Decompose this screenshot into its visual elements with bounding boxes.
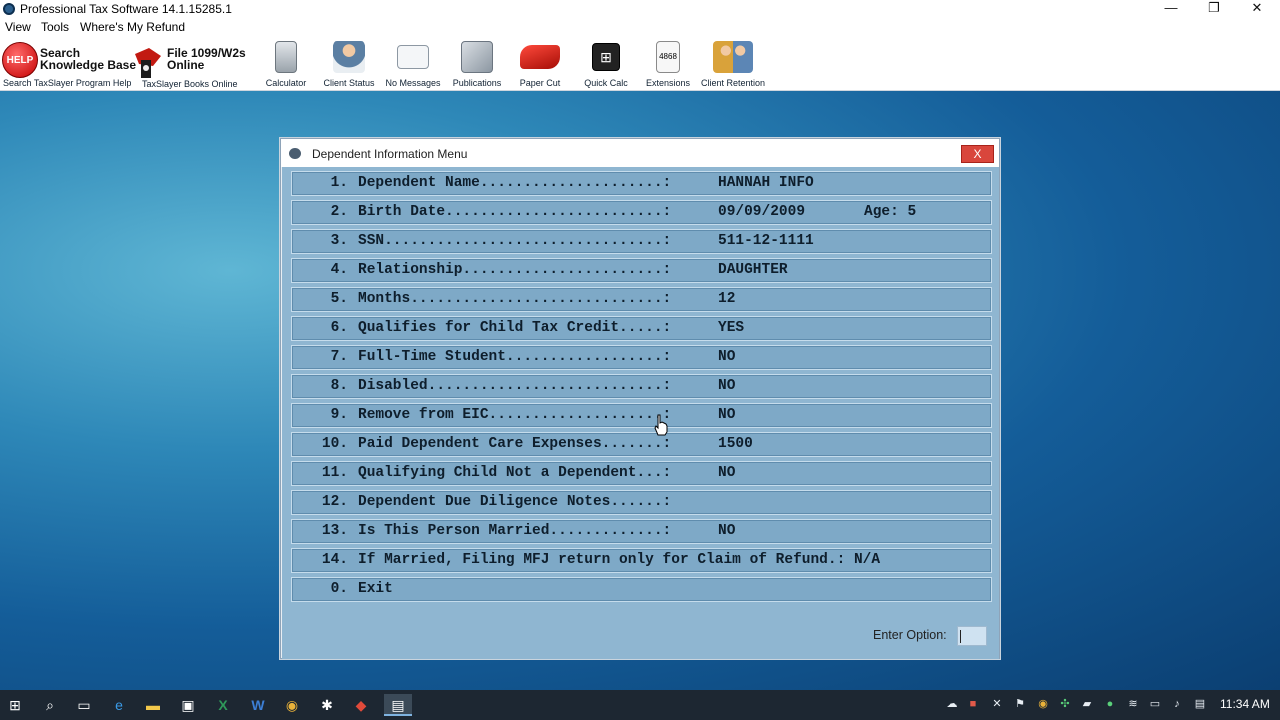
wifi-icon[interactable]: ≋ bbox=[1126, 697, 1140, 711]
edge-icon[interactable]: e bbox=[108, 694, 130, 716]
restore-button[interactable]: ❐ bbox=[1191, 0, 1237, 18]
no-messages-button[interactable]: No Messages bbox=[384, 36, 442, 91]
tray-pin-icon[interactable]: ⚑ bbox=[1013, 697, 1027, 711]
option-dependent-name[interactable]: 1. Dependent Name.....................: … bbox=[291, 171, 992, 196]
envelope-icon bbox=[397, 45, 429, 69]
dialog-title-bar: Dependent Information Menu X bbox=[281, 139, 999, 167]
search-knowledge-base-button[interactable]: Search Knowledge Base bbox=[40, 47, 136, 71]
paper-cut-button[interactable]: Paper Cut bbox=[512, 36, 568, 91]
option-married-filing-mfj[interactable]: 14. If Married, Filing MFJ return only f… bbox=[291, 548, 992, 573]
tray-app-icon[interactable]: ■ bbox=[966, 697, 980, 711]
volume-icon[interactable]: ♪ bbox=[1170, 697, 1184, 711]
taskbar-clock[interactable]: 11:34 AM bbox=[1220, 697, 1270, 711]
client-status-button[interactable]: Client Status bbox=[321, 36, 377, 91]
tray-chrome-icon[interactable]: ◉ bbox=[1036, 697, 1050, 711]
quick-calc-button[interactable]: ⊞ Quick Calc bbox=[578, 36, 634, 91]
app-icon[interactable]: ✱ bbox=[316, 694, 338, 716]
app-logo-icon bbox=[3, 3, 15, 15]
tray-shield-icon[interactable]: ● bbox=[1103, 697, 1117, 711]
paper-cut-icon bbox=[520, 45, 560, 69]
option-months[interactable]: 5. Months.............................: … bbox=[291, 287, 992, 312]
app-icon-2[interactable]: ◆ bbox=[350, 694, 372, 716]
help-icon[interactable]: HELP bbox=[2, 42, 38, 78]
option-dependent-care-expenses[interactable]: 10. Paid Dependent Care Expenses.......:… bbox=[291, 432, 992, 457]
taxslayer-books-online-label: TaxSlayer Books Online bbox=[142, 79, 238, 89]
text-caret bbox=[960, 630, 961, 643]
task-view-icon[interactable]: ▭ bbox=[73, 694, 95, 716]
excel-icon[interactable]: X bbox=[212, 694, 234, 716]
store-icon[interactable]: ▣ bbox=[177, 694, 199, 716]
client-retention-icon bbox=[713, 41, 753, 73]
menu-bar: View Tools Where's My Refund bbox=[0, 18, 1280, 36]
close-window-button[interactable]: ✕ bbox=[1234, 0, 1280, 18]
hand-cursor-icon bbox=[654, 414, 668, 436]
client-status-icon bbox=[333, 41, 365, 73]
tray-app-icon-2[interactable]: ▰ bbox=[1080, 697, 1094, 711]
notifications-icon[interactable]: ▤ bbox=[1193, 697, 1207, 711]
menu-view[interactable]: View bbox=[5, 20, 31, 34]
minimize-button[interactable]: — bbox=[1148, 0, 1194, 18]
option-full-time-student[interactable]: 7. Full-Time Student..................: … bbox=[291, 345, 992, 370]
enter-option-label: Enter Option: bbox=[873, 628, 947, 642]
taskbar: ⊞ ⌕ ▭ e ▬ ▣ X W ◉ ✱ ◆ ▤ ☁ ■ ✕ ⚑ ◉ ✣ ▰ ● … bbox=[0, 690, 1280, 720]
extensions-icon: 4868 bbox=[656, 41, 680, 73]
quick-calc-icon: ⊞ bbox=[592, 43, 620, 71]
search-program-help-label: Search TaxSlayer Program Help bbox=[3, 78, 132, 88]
option-relationship[interactable]: 4. Relationship.......................: … bbox=[291, 258, 992, 283]
search-icon[interactable]: ⌕ bbox=[39, 694, 61, 716]
menu-wheres-my-refund[interactable]: Where's My Refund bbox=[80, 20, 185, 34]
onedrive-icon[interactable]: ☁ bbox=[945, 697, 959, 711]
dialog-body: 1. Dependent Name.....................: … bbox=[282, 167, 999, 659]
menu-tools[interactable]: Tools bbox=[41, 20, 69, 34]
file-1099-icon[interactable] bbox=[131, 44, 165, 80]
dialog-app-icon bbox=[289, 148, 301, 159]
option-remove-from-eic[interactable]: 9. Remove from EIC....................: … bbox=[291, 403, 992, 428]
battery-icon[interactable]: ▭ bbox=[1148, 697, 1162, 711]
start-icon[interactable]: ⊞ bbox=[4, 694, 26, 716]
calculator-icon bbox=[275, 41, 297, 73]
option-qualifying-child-not-dependent[interactable]: 11. Qualifying Child Not a Dependent...:… bbox=[291, 461, 992, 486]
publications-button[interactable]: Publications bbox=[449, 36, 505, 91]
option-child-tax-credit[interactable]: 6. Qualifies for Child Tax Credit.....: … bbox=[291, 316, 992, 341]
app-title-bar: Professional Tax Software 14.1.15285.1 —… bbox=[0, 0, 1280, 18]
calculator-button[interactable]: Calculator bbox=[258, 36, 314, 91]
tray-tool-icon[interactable]: ✕ bbox=[990, 697, 1004, 711]
tray-sync-icon[interactable]: ✣ bbox=[1058, 697, 1072, 711]
option-due-diligence-notes[interactable]: 12. Dependent Due Diligence Notes......: bbox=[291, 490, 992, 515]
option-disabled[interactable]: 8. Disabled...........................: … bbox=[291, 374, 992, 399]
client-retention-button[interactable]: Client Retention bbox=[700, 36, 766, 91]
extensions-button[interactable]: 4868 Extensions bbox=[640, 36, 696, 91]
word-icon[interactable]: W bbox=[247, 694, 269, 716]
option-person-married[interactable]: 13. Is This Person Married.............:… bbox=[291, 519, 992, 544]
dialog-title: Dependent Information Menu bbox=[312, 147, 468, 161]
chrome-icon[interactable]: ◉ bbox=[281, 694, 303, 716]
option-birth-date[interactable]: 2. Birth Date.........................: … bbox=[291, 200, 992, 225]
publications-icon bbox=[461, 41, 493, 73]
file-1099-w2s-button[interactable]: File 1099/W2s Online bbox=[167, 47, 246, 71]
tax-software-icon[interactable]: ▤ bbox=[384, 694, 412, 716]
dependent-information-dialog: Dependent Information Menu X 1. Dependen… bbox=[280, 138, 1000, 659]
dialog-close-button[interactable]: X bbox=[961, 145, 994, 163]
enter-option-input[interactable] bbox=[957, 626, 987, 646]
option-exit[interactable]: 0. Exit bbox=[291, 577, 992, 602]
option-ssn[interactable]: 3. SSN................................: … bbox=[291, 229, 992, 254]
file-explorer-icon[interactable]: ▬ bbox=[142, 694, 164, 716]
app-title: Professional Tax Software 14.1.15285.1 bbox=[20, 2, 232, 16]
age-readout: Age: 5 bbox=[864, 204, 917, 220]
